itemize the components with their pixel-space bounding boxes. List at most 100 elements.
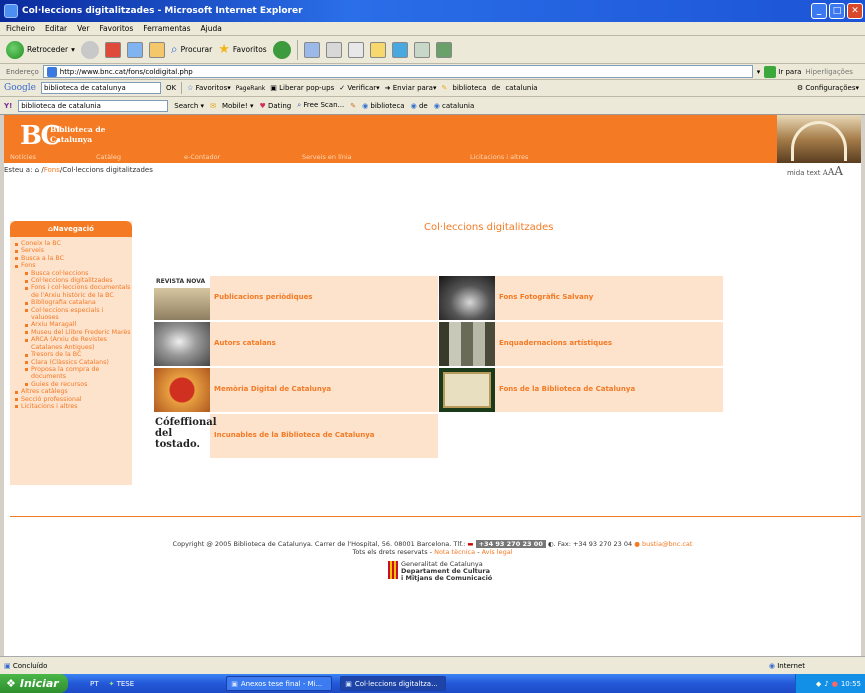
minimize-button[interactable]: _ xyxy=(811,3,827,19)
edit-icon[interactable] xyxy=(347,41,364,58)
task-internet-explorer[interactable]: ▣ Col·leccions digitaltza... xyxy=(340,676,447,691)
yahoo-mobile-button[interactable]: Mobile! ▾ xyxy=(222,102,254,110)
spellcheck-button[interactable]: ✓ Verificar▾ xyxy=(339,84,379,92)
sidebar-item[interactable]: Coneix la BC xyxy=(14,240,132,247)
close-button[interactable]: ✕ xyxy=(847,3,863,19)
menu-favorites[interactable]: Favoritos xyxy=(99,24,133,33)
google-settings-button[interactable]: ⚙ Configurações▾ xyxy=(797,84,859,92)
tray-network-icon[interactable]: ● xyxy=(832,680,838,688)
highlight-term-3[interactable]: catalunia xyxy=(505,84,537,92)
site-logo-text[interactable]: Biblioteca de Catalunya xyxy=(50,125,105,145)
google-favorites-button[interactable]: ☆ Favoritos▾ xyxy=(187,84,231,92)
nav-tenders[interactable]: Licitacions i altres xyxy=(470,153,528,161)
collection-digital-memory[interactable]: Memòria Digital de Catalunya xyxy=(154,368,438,412)
highlight-term-2[interactable]: de xyxy=(492,84,501,92)
sidebar-item[interactable]: Col·leccions digitalitzades xyxy=(14,277,132,284)
yahoo-pencil-icon[interactable]: ✎ xyxy=(350,102,356,110)
sidebar-item[interactable]: Fons i col·leccions documentals de l'Arx… xyxy=(14,284,132,299)
sidebar-item[interactable]: Altres catàlegs xyxy=(14,388,132,395)
tray-volume-icon[interactable]: ♪ xyxy=(824,680,828,688)
sidebar-item[interactable]: Guies de recursos xyxy=(14,381,132,388)
menu-file[interactable]: Ficheiro xyxy=(6,24,35,33)
google-search-input[interactable]: biblioteca de catalunya xyxy=(41,82,161,94)
breadcrumb-link-fons[interactable]: Fons xyxy=(44,166,60,174)
sidebar-item[interactable]: Busca col·leccions xyxy=(14,270,132,277)
sidebar-item[interactable]: Museu del Llibre Frederic Marès xyxy=(14,329,132,336)
home-icon[interactable]: ⌂ xyxy=(35,166,39,174)
maximize-button[interactable]: □ xyxy=(829,3,845,19)
refresh-icon[interactable] xyxy=(126,41,143,58)
collection-periodicals[interactable]: REVISTA NOVA Publicacions periòdiques xyxy=(154,276,438,320)
yahoo-freescan-button[interactable]: ⌕ Free Scan... xyxy=(297,101,344,110)
yahoo-search-button[interactable]: Search ▾ xyxy=(174,102,204,110)
home-icon[interactable] xyxy=(148,41,165,58)
collection-incunabula[interactable]: Cófeffional del tostado. Incunables de l… xyxy=(154,414,438,458)
highlight-icon[interactable]: ✎ xyxy=(442,84,448,92)
address-dropdown-icon[interactable]: ▾ xyxy=(757,68,761,76)
incunabula-thumbnail: Cófeffional del tostado. xyxy=(154,414,217,458)
popup-blocker-button[interactable]: ▣ Liberar pop-ups xyxy=(270,84,334,92)
tray-icon[interactable]: ◆ xyxy=(816,680,821,688)
highlight-term-1[interactable]: biblioteca xyxy=(452,84,486,92)
tech-note-link[interactable]: Nota tècnica xyxy=(434,548,475,556)
authors-thumbnail xyxy=(154,322,210,366)
yahoo-word-1[interactable]: ◉ biblioteca xyxy=(362,102,405,110)
start-button[interactable]: ❖ Iniciar xyxy=(0,674,68,693)
forward-arrow-icon[interactable] xyxy=(80,40,99,59)
phone-number: +34 93 270 23 00 xyxy=(475,540,546,548)
menu-edit[interactable]: Editar xyxy=(45,24,67,33)
sidebar-item[interactable]: Col·leccions especials i valuoses xyxy=(14,307,132,322)
collection-bc-fonds[interactable]: Fons de la Biblioteca de Catalunya xyxy=(439,368,723,412)
text-size-large[interactable]: A xyxy=(834,164,843,178)
email-link[interactable]: bustia@bnc.cat xyxy=(642,540,692,548)
sidebar-item[interactable]: Secció professional xyxy=(14,396,132,403)
nav-online-services[interactable]: Serveis en línia xyxy=(302,153,352,161)
links-label[interactable]: Hiperligações xyxy=(805,68,853,76)
sidebar-item[interactable]: Arxiu Maragall xyxy=(14,321,132,328)
legal-notice-link[interactable]: Avís legal xyxy=(482,548,513,556)
nav-news[interactable]: Notícies xyxy=(10,153,36,161)
yahoo-word-3[interactable]: ◉ catalunia xyxy=(434,102,475,110)
sidebar-item[interactable]: Proposa la compra de documents xyxy=(14,366,132,381)
sidebar-item[interactable]: Busca a la BC xyxy=(14,255,132,262)
sidebar-item[interactable]: Serveis xyxy=(14,247,132,254)
collection-salvany-photos[interactable]: Fons Fotogràfic Salvany xyxy=(439,276,723,320)
menu-tools[interactable]: Ferramentas xyxy=(143,24,190,33)
sidebar-item[interactable]: ARCA (Arxiu de Revistes Catalanes Antigu… xyxy=(14,336,132,351)
print-icon[interactable] xyxy=(325,41,342,58)
sidebar-item[interactable]: Licitacions i altres xyxy=(14,403,132,410)
language-indicator[interactable]: PT xyxy=(90,680,99,688)
back-button[interactable]: Retroceder ▾ xyxy=(6,40,75,59)
media-icon[interactable] xyxy=(272,40,291,59)
favorites-button[interactable]: ★ Favoritos xyxy=(218,42,267,57)
menu-view[interactable]: Ver xyxy=(77,24,89,33)
sidebar-item[interactable]: Tresors de la BC xyxy=(14,351,132,358)
google-ok-button[interactable]: OK xyxy=(166,84,176,92)
yahoo-word-2[interactable]: ◉ de xyxy=(411,102,428,110)
address-input[interactable]: http://www.bnc.cat/fons/coldigital.php xyxy=(42,65,753,78)
go-button[interactable]: Ir para xyxy=(764,65,801,78)
sidebar-item[interactable]: Bibliografia catalana xyxy=(14,299,132,306)
nav-counter[interactable]: e-Contador xyxy=(184,153,220,161)
yahoo-mail-icon[interactable]: ✉ xyxy=(210,102,216,110)
sidebar-item[interactable]: Fons xyxy=(14,262,132,269)
yahoo-dating-button[interactable]: ♥ Dating xyxy=(259,102,291,110)
sidebar-item[interactable]: Clara (Clàssics Catalans) xyxy=(14,359,132,366)
stop-icon[interactable] xyxy=(104,41,121,58)
research-icon[interactable] xyxy=(413,41,430,58)
salvany-thumbnail xyxy=(439,276,495,320)
messenger-icon[interactable] xyxy=(391,41,408,58)
menu-help[interactable]: Ajuda xyxy=(201,24,222,33)
collection-bindings[interactable]: Enquadernacions artístiques xyxy=(439,322,723,366)
quicklaunch-tese[interactable]: ✦ TESE xyxy=(109,680,135,688)
task-word-document[interactable]: ▣ Anexos tese final - Mi... xyxy=(226,676,333,691)
collection-catalan-authors[interactable]: Autors catalans xyxy=(154,322,438,366)
search-button[interactable]: ⌕ Procurar xyxy=(171,42,212,57)
bindings-thumbnail xyxy=(439,322,495,366)
nav-catalog[interactable]: Catàleg xyxy=(96,153,121,161)
folder-icon[interactable] xyxy=(369,41,386,58)
yahoo-search-input[interactable]: biblioteca de catalunia xyxy=(18,99,169,112)
history-icon[interactable] xyxy=(303,41,320,58)
tool-icon[interactable] xyxy=(435,41,452,58)
send-to-button[interactable]: ➜ Enviar para▾ xyxy=(385,84,437,92)
